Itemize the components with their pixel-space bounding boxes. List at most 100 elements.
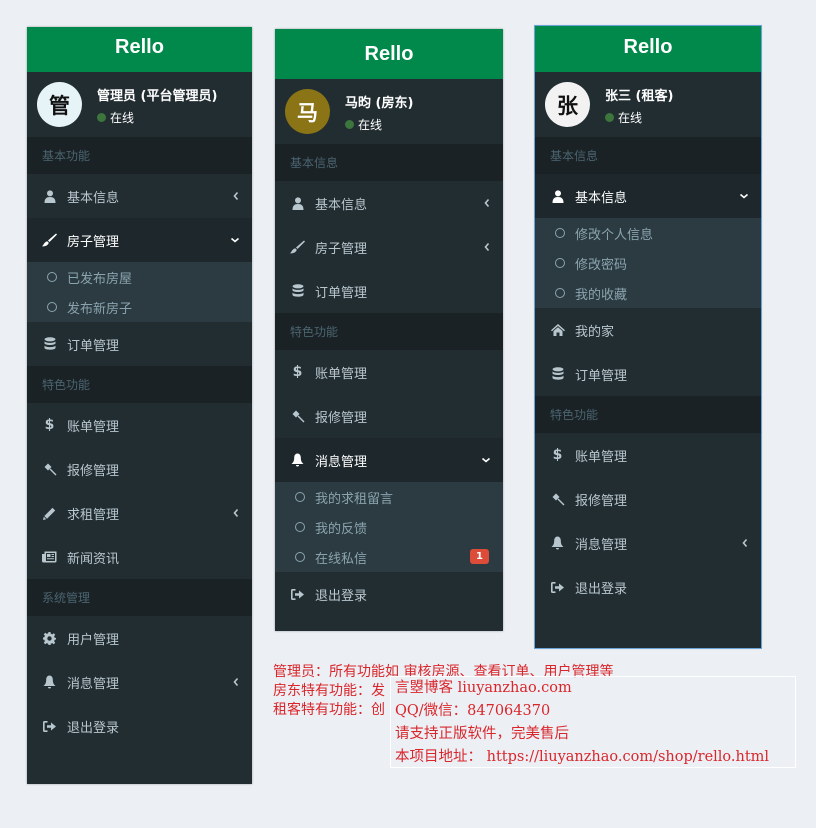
menu-item-rental-requests[interactable]: 求租管理 [27, 491, 252, 535]
sign-out-icon [290, 588, 305, 600]
menu-item-bills[interactable]: $ 账单管理 [275, 350, 503, 394]
watermark-project-link[interactable]: 本项目地址： https://liuyanzhao.com/shop/rello… [395, 746, 795, 769]
submenu-label: 我的求租留言 [315, 491, 394, 507]
submenu-item-edit-profile[interactable]: 修改个人信息 [535, 218, 761, 248]
gavel-icon [42, 462, 57, 476]
menu-item-orders[interactable]: 订单管理 [275, 269, 503, 313]
menu-item-label: 订单管理 [67, 338, 120, 354]
landlord-sidebar: Rello 马 马昀 (房东) 在线 基本信息 基本信息 房子管理 订单管理 特… [275, 29, 503, 631]
online-dot-icon [605, 113, 614, 122]
menu-item-messages[interactable]: 消息管理 [27, 660, 252, 704]
status-label: 在线 [618, 111, 643, 125]
circle-icon [295, 492, 305, 502]
menu-item-basic-info[interactable]: 基本信息 [275, 181, 503, 225]
user-status: 在线 [605, 109, 642, 126]
menu-item-repairs[interactable]: 报修管理 [535, 477, 761, 521]
section-header: 特色功能 [535, 396, 761, 433]
chevron-left-icon [232, 508, 240, 518]
user-icon [290, 196, 305, 210]
menu-item-label: 订单管理 [575, 368, 628, 384]
circle-icon [47, 272, 57, 282]
menu-item-house-management[interactable]: 房子管理 [275, 225, 503, 269]
chevron-left-icon [232, 191, 240, 201]
submenu-item-published-houses[interactable]: 已发布房屋 [27, 262, 252, 292]
submenu-label: 发布新房子 [67, 301, 133, 317]
section-header: 特色功能 [275, 313, 503, 350]
menu-item-repairs[interactable]: 报修管理 [27, 447, 252, 491]
watermark-contact: QQ/微信：847064370 [395, 703, 551, 719]
dollar-icon: $ [552, 447, 563, 463]
submenu-item-rental-messages[interactable]: 我的求租留言 [275, 482, 503, 512]
status-label: 在线 [110, 111, 135, 125]
user-status: 在线 [97, 109, 134, 126]
bell-icon [290, 453, 305, 467]
watermark-notice: 请支持正版软件，完美售后 [395, 726, 569, 742]
paint-brush-icon [290, 240, 305, 254]
circle-icon [295, 552, 305, 562]
submenu-label: 我的收藏 [575, 287, 628, 303]
avatar: 马 [285, 89, 330, 134]
menu-item-basic-info[interactable]: 基本信息 [535, 174, 761, 218]
brand-logo[interactable]: Rello [27, 27, 252, 72]
tenant-sidebar: Rello 张 张三 (租客) 在线 基本信息 基本信息 修改个人信息 修改密码… [534, 25, 762, 649]
menu-item-label: 退出登录 [315, 588, 368, 604]
user-status: 在线 [345, 116, 382, 133]
menu-item-logout[interactable]: 退出登录 [535, 565, 761, 609]
menu-item-label: 消息管理 [67, 676, 120, 692]
menu-item-label: 基本信息 [575, 190, 628, 206]
gear-icon [42, 631, 57, 645]
menu-item-news[interactable]: 新闻资讯 [27, 535, 252, 579]
user-panel: 管 管理员 (平台管理员) 在线 [27, 72, 252, 137]
menu-item-basic-info[interactable]: 基本信息 [27, 174, 252, 218]
user-name: 马昀 (房东) [345, 96, 414, 111]
menu-item-label: 账单管理 [315, 366, 368, 382]
menu-item-my-home[interactable]: 我的家 [535, 308, 761, 352]
bell-icon [42, 675, 57, 689]
chevron-down-icon [230, 236, 240, 244]
circle-icon [555, 228, 565, 238]
menu-item-label: 报修管理 [315, 410, 368, 426]
chevron-left-icon [483, 198, 491, 208]
online-dot-icon [345, 120, 354, 129]
watermark-box: 言曌博客 liuyanzhao.com QQ/微信：847064370 请支持正… [390, 676, 796, 768]
submenu-label: 在线私信 [315, 551, 368, 567]
menu-item-orders[interactable]: 订单管理 [27, 322, 252, 366]
menu-item-label: 房子管理 [315, 241, 368, 257]
section-header: 基本信息 [275, 144, 503, 181]
admin-sidebar: Rello 管 管理员 (平台管理员) 在线 基本功能 基本信息 房子管理 已发… [27, 27, 252, 784]
menu-item-bills[interactable]: $ 账单管理 [27, 403, 252, 447]
menu-item-logout[interactable]: 退出登录 [27, 704, 252, 748]
menu-item-house-management[interactable]: 房子管理 [27, 218, 252, 262]
menu-item-label: 我的家 [575, 324, 615, 340]
submenu-item-favorites[interactable]: 我的收藏 [535, 278, 761, 308]
avatar: 管 [37, 82, 82, 127]
submenu: 我的求租留言 我的反馈 在线私信 1 [275, 482, 503, 572]
submenu-label: 已发布房屋 [67, 271, 133, 287]
menu-item-label: 报修管理 [575, 493, 628, 509]
menu-item-repairs[interactable]: 报修管理 [275, 394, 503, 438]
submenu-item-publish-house[interactable]: 发布新房子 [27, 292, 252, 322]
submenu-label: 我的反馈 [315, 521, 368, 537]
submenu-item-feedback[interactable]: 我的反馈 [275, 512, 503, 542]
section-header: 基本信息 [535, 137, 761, 174]
submenu-item-change-password[interactable]: 修改密码 [535, 248, 761, 278]
user-name: 管理员 (平台管理员) [97, 89, 218, 104]
menu-item-bills[interactable]: $ 账单管理 [535, 433, 761, 477]
menu-item-orders[interactable]: 订单管理 [535, 352, 761, 396]
menu-item-messages[interactable]: 消息管理 [275, 438, 503, 482]
newspaper-icon [42, 551, 57, 563]
database-icon [550, 367, 565, 381]
brand-logo[interactable]: Rello [275, 29, 503, 79]
menu-item-messages[interactable]: 消息管理 [535, 521, 761, 565]
menu-item-label: 账单管理 [575, 449, 628, 465]
submenu-item-private-messages[interactable]: 在线私信 1 [275, 542, 503, 572]
circle-icon [295, 522, 305, 532]
menu-item-logout[interactable]: 退出登录 [275, 572, 503, 616]
chevron-left-icon [741, 538, 749, 548]
dollar-icon: $ [44, 417, 55, 433]
menu-item-label: 报修管理 [67, 463, 120, 479]
menu-item-users[interactable]: 用户管理 [27, 616, 252, 660]
pencil-icon [42, 507, 57, 520]
brand-logo[interactable]: Rello [535, 26, 761, 72]
database-icon [42, 337, 57, 351]
